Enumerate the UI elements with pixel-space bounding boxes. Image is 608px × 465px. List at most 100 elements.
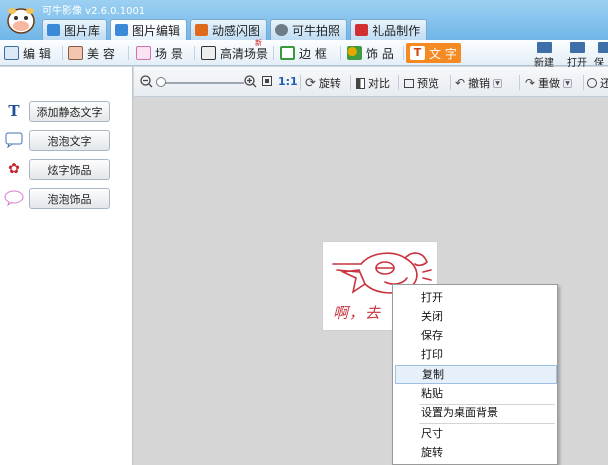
tab-gift[interactable]: 礼品制作 — [350, 19, 428, 40]
separator — [128, 46, 129, 60]
redo-button[interactable]: ↷ 重做 ▼ — [525, 75, 573, 91]
face-icon — [68, 46, 83, 60]
save-icon — [598, 42, 608, 53]
func-text[interactable]: T 文 字 — [406, 43, 461, 63]
edit-icon — [4, 46, 19, 60]
menu-item-copy[interactable]: 复制 — [395, 365, 557, 384]
restore-icon — [587, 78, 597, 88]
separator — [583, 75, 584, 90]
tab-gallery[interactable]: 图片库 — [42, 19, 108, 40]
func-label: 文 字 — [429, 46, 457, 61]
new-button[interactable]: 新建 — [530, 41, 558, 69]
menu-item-paste[interactable]: 粘贴 — [393, 384, 557, 403]
list-item: ✿ — [4, 158, 24, 180]
bubble-decoration-icon — [4, 188, 24, 208]
zoom-slider-thumb[interactable] — [156, 77, 166, 87]
func-decoration[interactable]: 饰 品 — [343, 43, 398, 63]
menu-item-set-wallpaper[interactable]: 设置为桌面背景 — [393, 403, 557, 422]
menu-item-size[interactable]: 尺寸 — [393, 424, 557, 443]
func-scene[interactable]: 场 景 — [132, 43, 187, 63]
gift-icon — [355, 24, 369, 36]
separator — [340, 46, 341, 60]
rotate-icon: ⟳ — [305, 75, 316, 91]
list-item: T — [4, 100, 24, 122]
preview-button[interactable]: 预览 — [404, 75, 439, 91]
separator — [403, 46, 404, 60]
actual-size-button[interactable]: 1:1 — [278, 75, 298, 88]
zoom-slider-track[interactable] — [158, 82, 244, 84]
list-item — [4, 187, 24, 209]
bubble-text-button[interactable]: 泡泡文字 — [29, 130, 110, 151]
separator — [273, 46, 274, 60]
redo-label: 重做 — [538, 77, 561, 90]
bubble-decoration-button[interactable]: 泡泡饰品 — [29, 188, 110, 209]
photo-caption: 啊，去 — [333, 304, 382, 322]
chevron-down-icon[interactable]: ▼ — [493, 78, 503, 88]
menu-item-save[interactable]: 保存 — [393, 326, 557, 345]
context-menu: 打开 关闭 保存 打印 复制 粘贴 设置为桌面背景 尺寸 旋转 — [392, 284, 558, 465]
func-hd-scene[interactable]: 高清场景 新 — [197, 39, 272, 63]
separator — [62, 46, 63, 60]
save-button[interactable]: 保 — [594, 41, 608, 65]
func-frame[interactable]: 边 框 — [276, 43, 331, 63]
func-beauty[interactable]: 美 容 — [64, 43, 119, 63]
open-button[interactable]: 打开 — [563, 41, 591, 69]
zoom-in-icon[interactable] — [244, 75, 257, 88]
separator — [300, 75, 301, 90]
gallery-icon — [47, 24, 60, 36]
title-bar: 可牛影像 v2.6.0.1001 图片库 图片编辑 动感闪图 可牛拍照 礼品制作 — [0, 0, 608, 40]
new-badge: 新 — [255, 39, 262, 47]
menu-item-rotate[interactable]: 旋转 — [393, 443, 557, 462]
compare-button[interactable]: 对比 — [356, 75, 390, 91]
webcam-icon — [275, 24, 289, 36]
static-text-icon: T — [8, 102, 20, 120]
add-static-text-button[interactable]: 添加静态文字 — [29, 101, 110, 122]
undo-label: 撤销 — [468, 77, 491, 90]
top-tabs: 图片库 图片编辑 动感闪图 可牛拍照 礼品制作 — [42, 19, 428, 40]
tab-camera[interactable]: 可牛拍照 — [270, 19, 348, 40]
redo-icon: ↷ — [525, 76, 536, 90]
tab-label: 动感闪图 — [212, 23, 261, 38]
bubble-text-icon — [4, 130, 24, 150]
undo-button[interactable]: ↶ 撤销 ▼ — [455, 75, 503, 91]
decoration-icon — [347, 46, 362, 60]
preview-icon — [404, 78, 414, 88]
hd-scene-icon — [201, 46, 216, 60]
rotate-button[interactable]: ⟳ 旋转 — [305, 75, 341, 91]
separator — [519, 75, 520, 90]
new-file-icon — [536, 42, 552, 53]
tab-label: 可牛拍照 — [292, 23, 341, 38]
list-item — [4, 129, 24, 151]
chevron-down-icon[interactable]: ▼ — [563, 78, 573, 88]
edit-toolbar: 1:1 ⟳ 旋转 对比 预览 ↶ 撤销 ▼ ↷ 重做 ▼ 还 — [134, 67, 608, 97]
restore-label: 还 — [600, 77, 608, 90]
func-label: 美 容 — [87, 46, 115, 61]
open-folder-icon — [569, 42, 585, 53]
undo-icon: ↶ — [455, 76, 466, 90]
tab-animated[interactable]: 动感闪图 — [190, 19, 268, 40]
compare-label: 对比 — [368, 77, 390, 90]
save-label: 保 — [594, 58, 604, 65]
cow-logo-icon — [7, 8, 35, 34]
function-toolbar: 编 辑 美 容 场 景 高清场景 新 边 框 饰 品 T 文 字 新建 打开 保 — [0, 39, 608, 69]
zoom-out-icon[interactable] — [140, 75, 153, 88]
func-label: 饰 品 — [366, 46, 394, 61]
menu-item-print[interactable]: 打印 — [393, 345, 557, 364]
menu-item-open[interactable]: 打开 — [393, 288, 557, 307]
fit-window-icon[interactable] — [261, 75, 273, 87]
menu-item-close[interactable]: 关闭 — [393, 307, 557, 326]
text-icon: T — [410, 46, 425, 60]
separator — [350, 75, 351, 90]
tab-photo-edit[interactable]: 图片编辑 — [110, 19, 188, 40]
scene-icon — [136, 46, 151, 60]
film-icon — [195, 24, 209, 36]
separator — [194, 46, 195, 60]
rotate-label: 旋转 — [318, 77, 341, 90]
fancy-text-button[interactable]: 炫字饰品 — [29, 159, 110, 180]
func-label: 编 辑 — [23, 46, 51, 61]
photo-edit-icon — [115, 24, 129, 36]
restore-button[interactable]: 还 — [587, 75, 608, 91]
func-edit[interactable]: 编 辑 — [0, 43, 55, 63]
tab-label: 图片库 — [64, 23, 101, 38]
separator — [450, 75, 451, 90]
